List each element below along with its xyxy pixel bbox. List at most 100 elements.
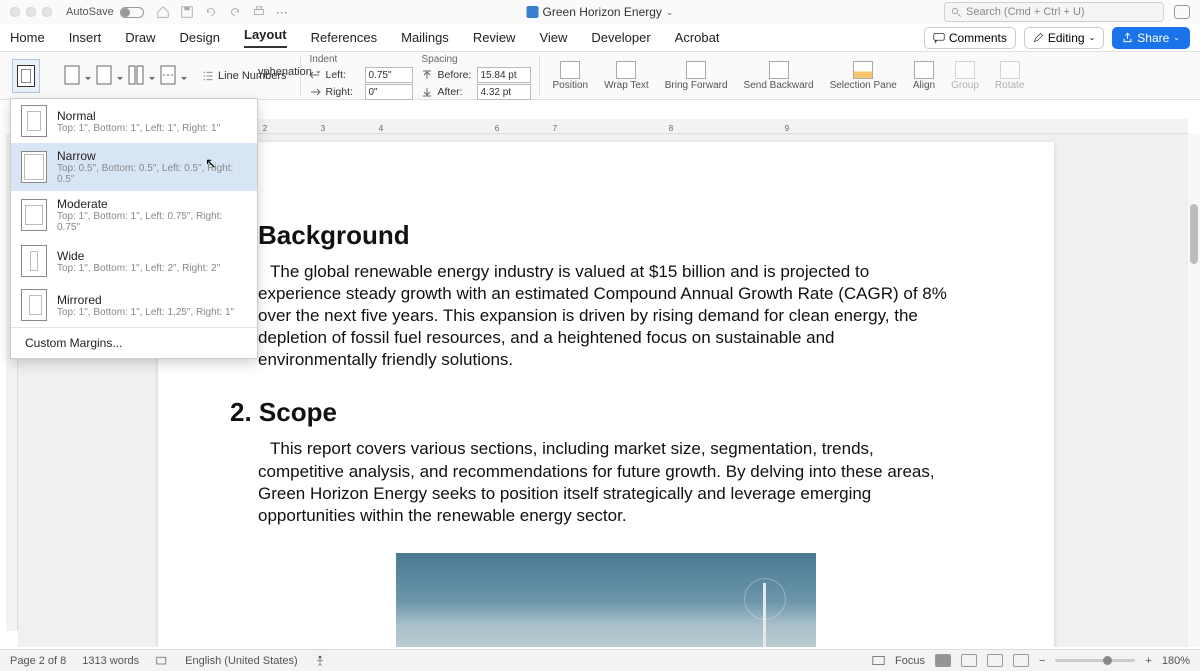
language-indicator[interactable]: English (United States) — [185, 655, 298, 667]
minimize-icon[interactable] — [26, 7, 36, 17]
margins-option-narrow[interactable]: NarrowTop: 0.5", Bottom: 0.5", Left: 0.5… — [11, 143, 257, 191]
page[interactable]: Background The global renewable energy i… — [158, 142, 1054, 647]
orientation-icon — [64, 65, 82, 87]
close-icon[interactable] — [10, 7, 20, 17]
word-doc-icon — [527, 6, 539, 18]
cursor-icon: ↖ — [205, 155, 217, 172]
tab-references[interactable]: References — [311, 30, 377, 45]
tab-layout[interactable]: Layout — [244, 27, 287, 48]
tab-mailings[interactable]: Mailings — [401, 30, 449, 45]
margin-icon — [21, 289, 47, 321]
send-backward-button[interactable]: Send Backward — [740, 52, 818, 99]
bring-forward-icon — [686, 61, 706, 79]
orientation-button[interactable] — [60, 61, 86, 91]
rotate-icon — [1000, 61, 1020, 79]
tab-review[interactable]: Review — [473, 30, 516, 45]
focus-icon[interactable] — [872, 655, 885, 666]
save-icon[interactable] — [180, 5, 194, 19]
margins-icon — [17, 65, 35, 87]
spellcheck-icon[interactable] — [155, 655, 169, 667]
read-mode-icon[interactable] — [935, 654, 951, 667]
status-bar: Page 2 of 8 1313 words English (United S… — [0, 649, 1200, 671]
window-controls[interactable] — [10, 7, 52, 17]
spacing-before-input[interactable]: 15.84 pt — [477, 67, 531, 83]
maximize-icon[interactable] — [42, 7, 52, 17]
share-button[interactable]: Share⌄ — [1112, 27, 1190, 49]
align-icon — [914, 61, 934, 79]
autosave-label: AutoSave — [66, 6, 114, 18]
margins-option-wide[interactable]: WideTop: 1", Bottom: 1", Left: 2", Right… — [11, 239, 257, 283]
position-button[interactable]: Position — [548, 52, 592, 99]
document-title[interactable]: Green Horizon Energy ⌄ — [527, 5, 674, 19]
group-button[interactable]: Group — [947, 52, 983, 99]
tab-home[interactable]: Home — [10, 30, 45, 45]
autosave-toggle[interactable]: AutoSave — [66, 6, 144, 18]
paragraph-background[interactable]: The global renewable energy industry is … — [258, 261, 954, 371]
indent-left-input[interactable]: 0.75" — [365, 67, 413, 83]
toggle-icon[interactable] — [120, 7, 144, 18]
comments-button[interactable]: Comments — [924, 27, 1016, 49]
search-input[interactable]: Search (Cmd + Ctrl + U) — [944, 2, 1164, 22]
paragraph-scope[interactable]: This report covers various sections, inc… — [258, 438, 954, 526]
zoom-slider[interactable] — [1055, 659, 1135, 662]
redo-icon[interactable] — [228, 5, 242, 19]
tab-draw[interactable]: Draw — [125, 30, 155, 45]
content-image[interactable] — [396, 553, 816, 647]
bring-forward-button[interactable]: Bring Forward — [661, 52, 732, 99]
spacing-after-icon — [421, 87, 433, 97]
word-count[interactable]: 1313 words — [82, 655, 139, 667]
tab-insert[interactable]: Insert — [69, 30, 102, 45]
chevron-down-icon: ⌄ — [1089, 33, 1096, 42]
chevron-down-icon[interactable]: ⌄ — [666, 7, 674, 18]
wrap-text-button[interactable]: Wrap Text — [600, 52, 653, 99]
tab-acrobat[interactable]: Acrobat — [675, 30, 720, 45]
outline-icon[interactable] — [1013, 654, 1029, 667]
heading-scope[interactable]: 2. Scope — [230, 397, 954, 428]
editing-button[interactable]: Editing⌄ — [1024, 27, 1104, 49]
wrap-text-icon — [616, 61, 636, 79]
more-icon[interactable]: ··· — [276, 5, 288, 19]
zoom-in-button[interactable]: + — [1145, 655, 1151, 667]
web-layout-icon[interactable] — [987, 654, 1003, 667]
margins-option-mirrored[interactable]: MirroredTop: 1", Bottom: 1", Left: 1.25"… — [11, 283, 257, 327]
sensitivity-icon[interactable] — [1174, 5, 1190, 19]
print-icon[interactable] — [252, 5, 266, 19]
size-icon — [96, 65, 114, 87]
margin-icon — [21, 151, 47, 183]
spacing-after-input[interactable]: 4.32 pt — [477, 84, 531, 100]
columns-icon — [128, 65, 146, 87]
accessibility-icon[interactable] — [314, 655, 326, 667]
tab-developer[interactable]: Developer — [591, 30, 650, 45]
focus-button[interactable]: Focus — [895, 655, 925, 667]
align-button[interactable]: Align — [909, 52, 939, 99]
margins-option-normal[interactable]: NormalTop: 1", Bottom: 1", Left: 1", Rig… — [11, 99, 257, 143]
tab-design[interactable]: Design — [180, 30, 220, 45]
heading-background[interactable]: Background — [258, 220, 954, 251]
indent-label: Indent — [309, 54, 413, 65]
zoom-level[interactable]: 180% — [1162, 655, 1190, 667]
hyphenation-button[interactable]: yphenation ⌄ — [258, 66, 322, 78]
breaks-button[interactable] — [156, 61, 182, 91]
vertical-scrollbar[interactable] — [1188, 134, 1200, 647]
columns-button[interactable] — [124, 61, 150, 91]
scrollbar-thumb[interactable] — [1190, 204, 1198, 264]
selection-pane-button[interactable]: Selection Pane — [826, 52, 901, 99]
undo-icon[interactable] — [204, 5, 218, 19]
page-indicator[interactable]: Page 2 of 8 — [10, 655, 66, 667]
rotate-button[interactable]: Rotate — [991, 52, 1028, 99]
share-icon — [1122, 32, 1133, 43]
spacing-label: Spacing — [421, 54, 531, 65]
margins-option-moderate[interactable]: ModerateTop: 1", Bottom: 1", Left: 0.75"… — [11, 191, 257, 239]
pencil-icon — [1033, 32, 1044, 43]
spacing-before-icon — [421, 70, 433, 80]
zoom-out-button[interactable]: − — [1039, 655, 1045, 667]
size-button[interactable] — [92, 61, 118, 91]
tab-view[interactable]: View — [539, 30, 567, 45]
indent-right-input[interactable]: 0" — [365, 84, 413, 100]
custom-margins-button[interactable]: Custom Margins... — [11, 328, 257, 358]
home-icon[interactable] — [156, 5, 170, 19]
margin-icon — [21, 199, 47, 231]
margins-button[interactable] — [12, 59, 40, 93]
search-icon — [951, 7, 962, 18]
print-layout-icon[interactable] — [961, 654, 977, 667]
